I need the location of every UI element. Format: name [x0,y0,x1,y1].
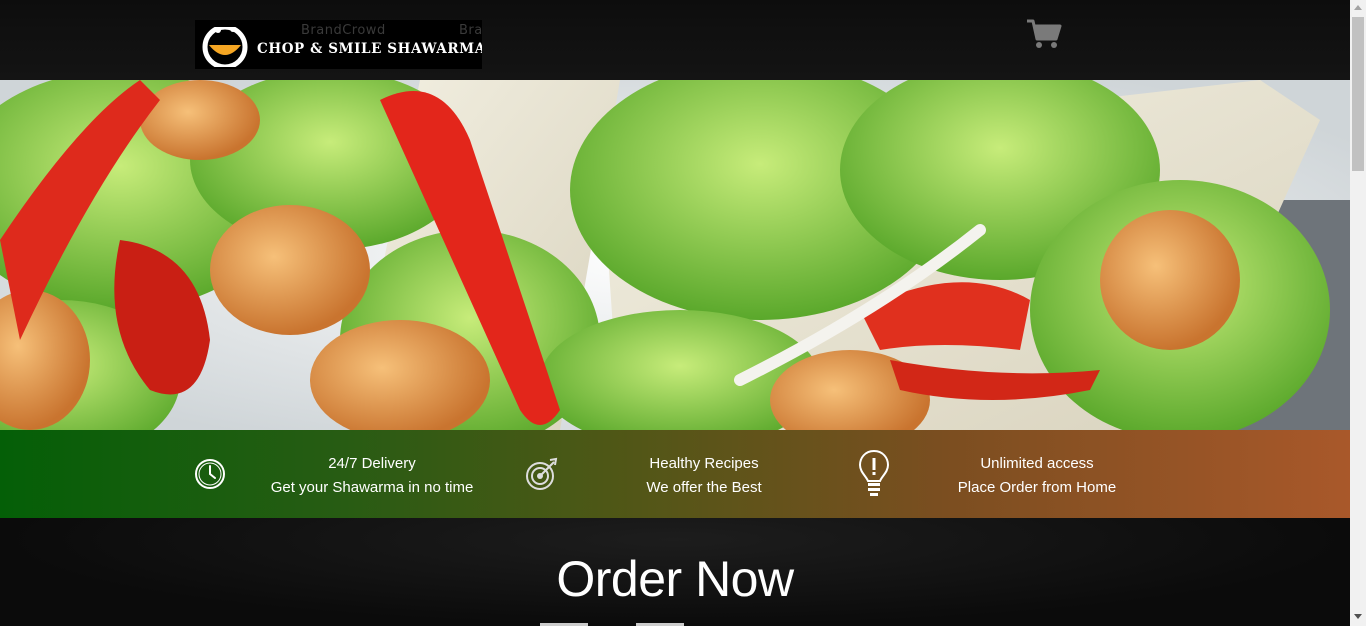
watermark-text: Brand [459,23,482,38]
feature-delivery: 24/7 Delivery Get your Shawarma in no ti… [262,452,482,500]
shopping-cart-icon[interactable] [1026,18,1062,50]
scrollbar-thumb[interactable] [1352,17,1364,171]
brand-name: CHOP & SMILE SHAWARMA [257,41,482,57]
feature-subtitle: We offer the Best [646,479,762,496]
hero-image [0,80,1350,430]
feature-subtitle: Place Order from Home [957,479,1117,496]
feature-title: 24/7 Delivery [328,455,416,472]
scroll-up-arrow-icon[interactable] [1354,5,1362,10]
order-section: Order Now [0,518,1350,626]
lightbulb-icon [858,449,890,496]
target-icon [526,457,558,490]
order-heading: Order Now [556,551,794,607]
feature-title: Unlimited access [980,455,1094,472]
brand-logo[interactable]: BrandCrowd Brand CHOP & SMILE SHAWARMA [195,20,482,69]
clock-icon [195,459,225,489]
vertical-scrollbar[interactable] [1350,0,1366,626]
features-strip: 24/7 Delivery Get your Shawarma in no ti… [0,430,1350,518]
feature-title: Healthy Recipes [649,455,759,472]
site-header: BrandCrowd Brand CHOP & SMILE SHAWARMA [0,0,1350,80]
scroll-down-arrow-icon[interactable] [1354,614,1362,619]
feature-subtitle: Get your Shawarma in no time [270,479,474,496]
hero-food-illustration [0,80,1350,430]
feature-recipes: Healthy Recipes We offer the Best [604,452,804,500]
smiley-logo-icon [197,23,251,67]
watermark-text: BrandCrowd [301,23,386,38]
feature-access: Unlimited access Place Order from Home [937,452,1137,500]
